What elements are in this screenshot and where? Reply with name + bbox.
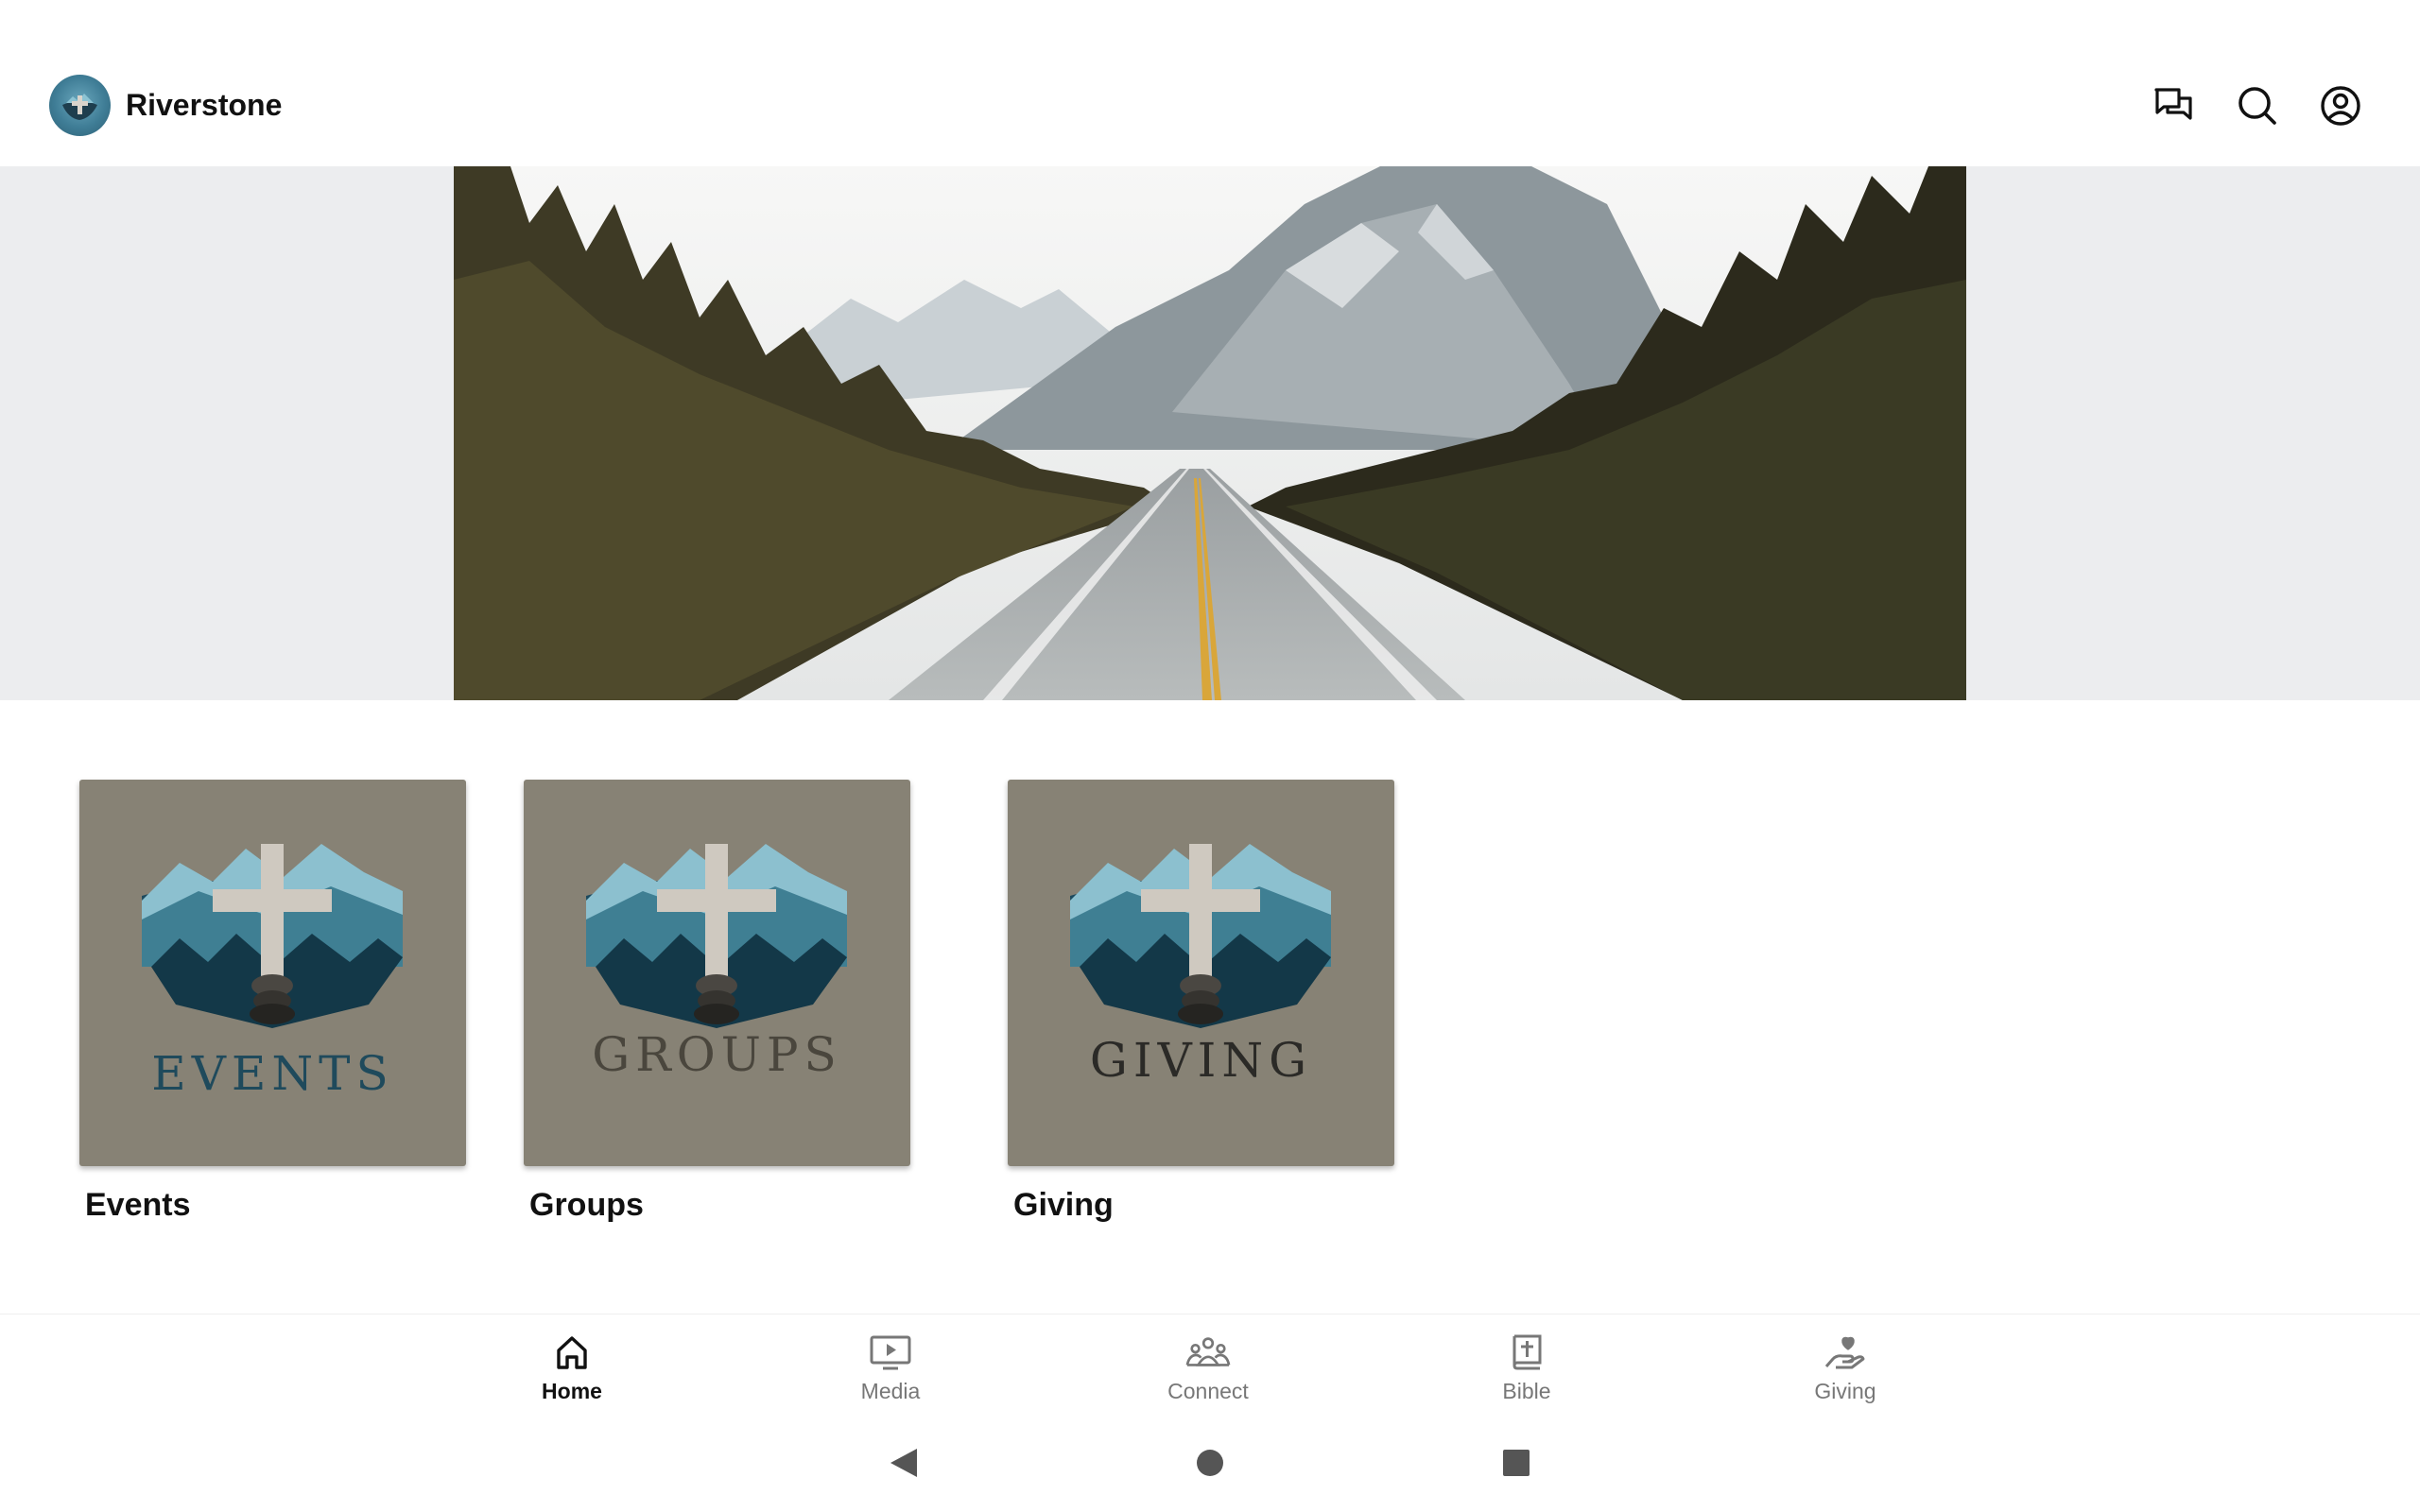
hero-image-mountain-road — [454, 166, 1966, 700]
groups-card-text: GROUPS — [592, 1027, 842, 1082]
nav-label-home: Home — [542, 1379, 602, 1403]
bible-icon — [1504, 1332, 1549, 1373]
nav-label-media: Media — [860, 1379, 921, 1403]
tile-label-events: Events — [85, 1187, 191, 1223]
system-navigation-bar — [0, 1416, 2420, 1512]
bottom-navigation: Home Media Connect Bible Giving — [0, 1314, 2420, 1416]
tile-giving[interactable]: GIVING Giving — [1008, 780, 1394, 1224]
media-icon — [868, 1332, 913, 1373]
account-icon[interactable] — [2318, 83, 2363, 129]
nav-label-connect: Connect — [1167, 1379, 1249, 1403]
giving-icon — [1823, 1332, 1868, 1373]
tile-label-giving: Giving — [1013, 1187, 1114, 1223]
nav-label-bible: Bible — [1502, 1379, 1551, 1403]
hero-banner — [0, 166, 2420, 700]
cross-mountain-logo-icon — [586, 844, 847, 1028]
recents-icon[interactable] — [1497, 1444, 1535, 1482]
cross-mountain-logo-icon — [142, 844, 403, 1028]
tile-events[interactable]: EVENTS Events — [79, 780, 466, 1224]
nav-item-giving[interactable]: Giving — [1760, 1332, 1930, 1407]
nav-item-bible[interactable]: Bible — [1442, 1332, 1612, 1407]
cross-mountain-logo-icon — [1070, 844, 1331, 1028]
nav-item-connect[interactable]: Connect — [1123, 1332, 1293, 1407]
home-icon — [549, 1332, 595, 1373]
chat-icon[interactable] — [2152, 83, 2197, 129]
nav-item-media[interactable]: Media — [805, 1332, 976, 1407]
giving-card-image[interactable]: GIVING — [1008, 780, 1394, 1166]
app-header: Riverstone — [0, 0, 2420, 166]
header-actions — [0, 83, 2420, 130]
back-icon[interactable] — [884, 1444, 922, 1482]
home-circle-icon[interactable] — [1191, 1444, 1229, 1482]
giving-card-text: GIVING — [1089, 1033, 1313, 1088]
tile-groups[interactable]: GROUPS Groups — [524, 780, 910, 1224]
nav-item-home[interactable]: Home — [487, 1332, 657, 1407]
search-icon[interactable] — [2235, 83, 2280, 129]
tile-label-groups: Groups — [529, 1187, 644, 1223]
nav-label-giving: Giving — [1814, 1379, 1876, 1403]
groups-card-image[interactable]: GROUPS — [524, 780, 910, 1166]
events-card-image[interactable]: EVENTS — [79, 780, 466, 1166]
events-card-text: EVENTS — [151, 1046, 394, 1101]
connect-icon — [1185, 1332, 1231, 1373]
